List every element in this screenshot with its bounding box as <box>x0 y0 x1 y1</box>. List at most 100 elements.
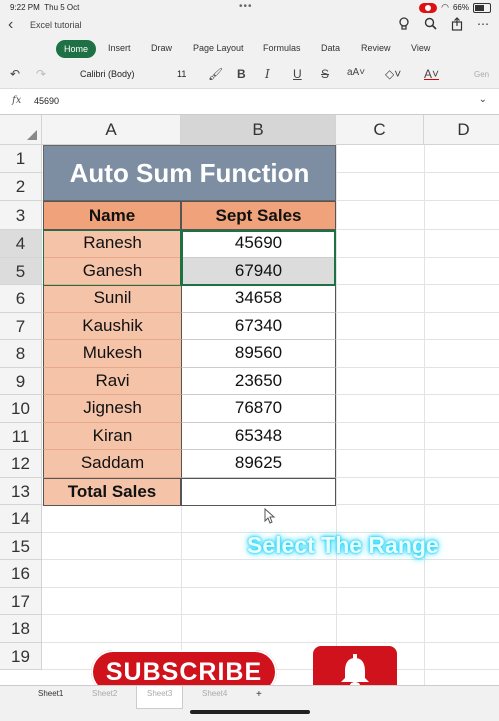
more-icon[interactable]: ⋯ <box>477 17 489 34</box>
formula-value[interactable]: 45690 <box>34 96 59 106</box>
bell-icon <box>341 654 369 688</box>
row-header[interactable]: 14 <box>0 505 42 533</box>
column-header-b[interactable]: B <box>181 115 336 145</box>
gridline <box>424 145 425 685</box>
name-cell[interactable]: Kiran <box>43 422 181 450</box>
battery-percent: 66% <box>452 3 469 12</box>
sales-cell[interactable]: 89560 <box>181 340 336 368</box>
row-header[interactable]: 17 <box>0 587 42 615</box>
row-header[interactable]: 15 <box>0 532 42 560</box>
font-size-change-icon[interactable]: aA˅ <box>347 67 365 78</box>
sheet-tab-2[interactable]: Sheet2 <box>82 686 127 708</box>
row-header[interactable]: 19 <box>0 642 42 670</box>
row-header[interactable]: 7 <box>0 312 42 340</box>
gridline <box>42 559 499 560</box>
row-header[interactable]: 18 <box>0 615 42 643</box>
add-sheet-button[interactable]: + <box>246 686 272 708</box>
row-header[interactable]: 2 <box>0 173 42 201</box>
battery-icon <box>473 2 491 13</box>
formula-bar[interactable]: fx 45690 ⌄ <box>0 90 499 115</box>
sheet-tab-3[interactable]: Sheet3 <box>136 686 184 709</box>
number-format-select[interactable]: Gen <box>474 70 489 79</box>
strikethrough-button[interactable]: S <box>321 67 329 81</box>
total-label-cell[interactable]: Total Sales <box>43 478 181 506</box>
spreadsheet-grid[interactable]: A B C D 1 2 3 4 5 6 7 8 9 10 11 12 13 14 15 16 17 18 19 Au… <box>0 115 499 685</box>
status-bar: 9:22 PM Thu 5 Oct ••• ◠ 66% <box>0 0 499 14</box>
sales-cell[interactable]: 23650 <box>181 367 336 395</box>
gridline <box>42 641 499 643</box>
tab-page-layout[interactable]: Page Layout <box>193 43 244 53</box>
sales-cell[interactable]: 34658 <box>181 285 336 313</box>
back-chevron-icon[interactable]: ‹ <box>8 16 13 34</box>
share-icon[interactable] <box>451 17 463 34</box>
gridline <box>336 145 337 685</box>
name-cell[interactable]: Mukesh <box>43 340 181 368</box>
search-icon[interactable] <box>424 17 437 34</box>
tab-home[interactable]: Home <box>56 40 97 58</box>
fill-color-icon[interactable]: ◇˅ <box>385 67 401 81</box>
name-cell[interactable]: Kaushik <box>43 312 181 340</box>
lightbulb-icon[interactable] <box>398 17 410 34</box>
underline-button[interactable]: U <box>293 67 302 81</box>
name-cell[interactable]: Saddam <box>43 450 181 478</box>
sales-cell[interactable]: 65348 <box>181 422 336 450</box>
name-cell[interactable]: Ravi <box>43 367 181 395</box>
font-name-select[interactable]: Calibri (Body) <box>80 69 135 79</box>
document-title: Excel tutorial <box>30 20 82 30</box>
italic-button[interactable]: I <box>265 67 270 81</box>
redo-icon[interactable]: ↷ <box>36 67 46 81</box>
format-painter-icon[interactable]: 🖌 <box>208 67 223 81</box>
column-header-d[interactable]: D <box>424 115 499 145</box>
row-header[interactable]: 16 <box>0 560 42 588</box>
row-header[interactable]: 4 <box>0 230 42 258</box>
select-all-corner[interactable] <box>0 115 42 145</box>
column-header-a[interactable]: A <box>42 115 181 145</box>
tab-draw[interactable]: Draw <box>151 43 172 53</box>
selection-range <box>181 230 336 286</box>
column-header-c[interactable]: C <box>336 115 424 145</box>
tab-formulas[interactable]: Formulas <box>263 43 301 53</box>
gridline <box>42 614 499 615</box>
total-value-cell[interactable] <box>181 478 336 506</box>
name-cell[interactable]: Jignesh <box>43 395 181 423</box>
title-bar: ‹ Excel tutorial ⋯ <box>0 14 499 38</box>
fx-icon: fx <box>12 95 22 106</box>
tab-view[interactable]: View <box>411 43 430 53</box>
record-icon <box>419 2 438 13</box>
sales-cell[interactable]: 76870 <box>181 395 336 423</box>
chevron-down-icon[interactable]: ⌄ <box>479 94 487 105</box>
row-header[interactable]: 6 <box>0 285 42 313</box>
home-indicator[interactable] <box>190 710 310 714</box>
multitask-dots[interactable]: ••• <box>239 1 253 12</box>
tab-insert[interactable]: Insert <box>108 43 131 53</box>
ribbon-tabs: Home Insert Draw Page Layout Formulas Da… <box>0 38 499 60</box>
row-header[interactable]: 5 <box>0 257 42 285</box>
undo-icon[interactable]: ↶ <box>10 67 20 81</box>
tab-review[interactable]: Review <box>361 43 391 53</box>
select-range-caption: Select The Range <box>247 532 439 558</box>
row-header[interactable]: 8 <box>0 340 42 368</box>
sheet-tab-1[interactable]: Sheet1 <box>28 686 73 708</box>
sales-cell[interactable]: 67340 <box>181 312 336 340</box>
row-highlight <box>43 230 181 286</box>
row-header[interactable]: 13 <box>0 477 42 505</box>
sheet-tab-4[interactable]: Sheet4 <box>192 686 237 708</box>
status-time: 9:22 PM Thu 5 Oct <box>10 3 80 12</box>
pointer-cursor-icon <box>264 507 276 529</box>
tab-data[interactable]: Data <box>321 43 340 53</box>
row-header[interactable]: 9 <box>0 367 42 395</box>
sales-cell[interactable]: 89625 <box>181 450 336 478</box>
row-header[interactable]: 11 <box>0 422 42 450</box>
row-header[interactable]: 1 <box>0 145 42 173</box>
header-sales-cell[interactable]: Sept Sales <box>181 201 336 230</box>
font-color-icon[interactable]: A˅ <box>424 67 439 81</box>
header-name-cell[interactable]: Name <box>43 201 181 230</box>
wifi-icon: ◠ <box>441 2 449 12</box>
name-cell[interactable]: Sunil <box>43 285 181 313</box>
row-header[interactable]: 12 <box>0 450 42 478</box>
font-size-select[interactable]: 11 <box>177 69 186 79</box>
row-header[interactable]: 3 <box>0 201 42 230</box>
row-header[interactable]: 10 <box>0 395 42 423</box>
sheet-title-cell[interactable]: Auto Sum Function <box>43 145 336 201</box>
bold-button[interactable]: B <box>237 67 246 81</box>
